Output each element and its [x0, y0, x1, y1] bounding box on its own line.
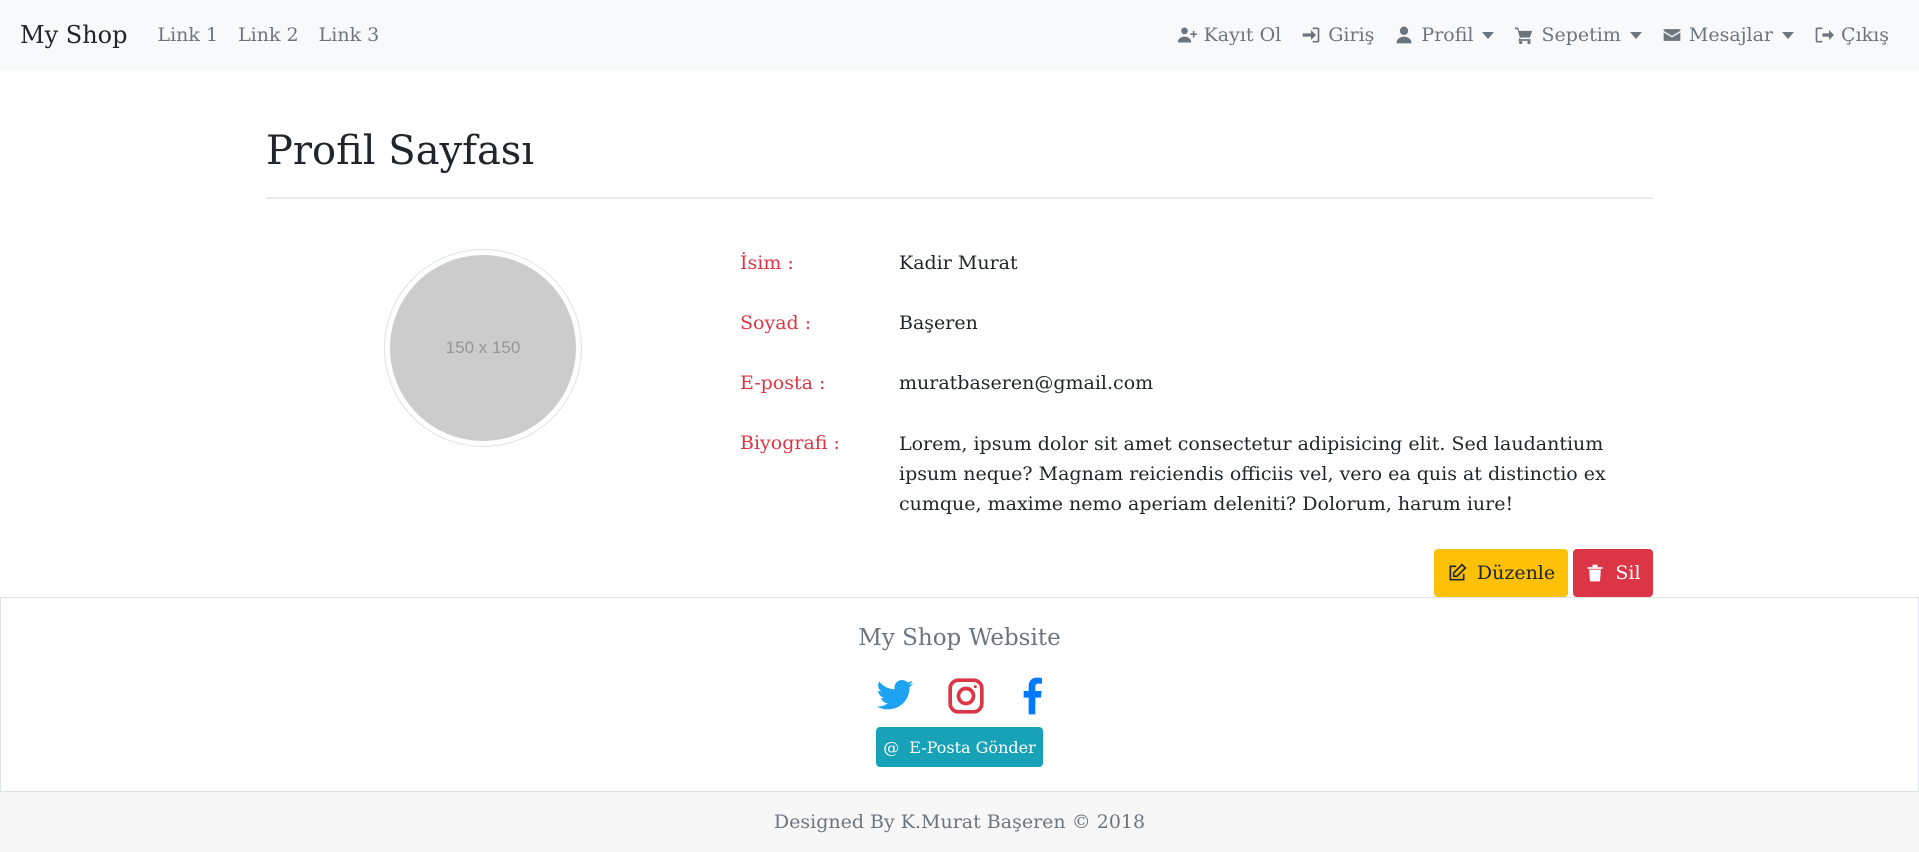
trash-icon — [1587, 564, 1603, 582]
name-label: İsim : — [740, 252, 794, 274]
sign-out-icon — [1815, 27, 1835, 43]
send-email-button[interactable]: @ E-Posta Gönder — [876, 727, 1043, 767]
edit-button[interactable]: Düzenle — [1434, 549, 1568, 597]
nav-messages-dropdown[interactable]: Mesajlar — [1662, 24, 1795, 46]
navbar: My Shop Link 1 Link 2 Link 3 Kayıt Ol Gi… — [0, 0, 1919, 70]
edit-button-label: Düzenle — [1476, 562, 1556, 584]
nav-login[interactable]: Giriş — [1301, 24, 1374, 46]
nav-profile-label: Profil — [1421, 24, 1474, 46]
user-icon — [1396, 26, 1412, 44]
divider — [266, 197, 1653, 199]
nav-link-1[interactable]: Link 1 — [157, 24, 218, 46]
name-value: Kadir Murat — [899, 252, 1018, 274]
nav-links: Link 1 Link 2 Link 3 — [157, 24, 379, 46]
footer-title: My Shop Website — [858, 625, 1061, 651]
nav-link-3[interactable]: Link 3 — [319, 24, 380, 46]
avatar-placeholder: 150 x 150 — [390, 255, 576, 441]
nav-logout-label: Çıkış — [1841, 24, 1889, 46]
page-title: Profil Sayfası — [266, 128, 535, 174]
nav-logout[interactable]: Çıkış — [1814, 24, 1889, 46]
chevron-down-icon — [1782, 31, 1795, 39]
email-value: muratbaseren@gmail.com — [899, 372, 1154, 394]
nav-cart-label: Sepetim — [1541, 24, 1621, 46]
nav-login-label: Giriş — [1328, 24, 1375, 46]
nav-register-label: Kayıt Ol — [1203, 24, 1282, 46]
twitter-icon[interactable] — [875, 676, 915, 716]
copyright-bar: Designed By K.Murat Başeren © 2018 — [0, 791, 1919, 852]
chevron-down-icon — [1482, 31, 1495, 39]
nav-link-2[interactable]: Link 2 — [238, 24, 299, 46]
facebook-icon[interactable] — [1012, 676, 1052, 716]
avatar: 150 x 150 — [384, 249, 582, 447]
send-email-label: E-Posta Gönder — [909, 737, 1036, 757]
bio-label: Biyografi : — [740, 432, 840, 454]
brand-link[interactable]: My Shop — [20, 21, 127, 49]
copyright-text: Designed By K.Murat Başeren © 2018 — [773, 811, 1146, 833]
surname-label: Soyad : — [740, 312, 812, 334]
nav-cart-dropdown[interactable]: Sepetim — [1514, 24, 1642, 46]
surname-value: Başeren — [899, 312, 978, 334]
cart-icon — [1515, 27, 1533, 45]
nav-right: Kayıt Ol Giriş Profil Sepetim Mesajlar Ç… — [1177, 0, 1889, 70]
delete-button-label: Sil — [1615, 562, 1641, 584]
instagram-icon[interactable] — [946, 676, 986, 716]
at-icon: @ — [883, 737, 900, 757]
nav-profile-dropdown[interactable]: Profil — [1394, 24, 1495, 46]
sign-in-icon — [1302, 27, 1320, 43]
bio-value: Lorem, ipsum dolor sit amet consectetur … — [899, 433, 1606, 515]
envelope-icon — [1663, 29, 1681, 41]
nav-messages-label: Mesajlar — [1688, 24, 1774, 46]
delete-button[interactable]: Sil — [1573, 549, 1653, 597]
user-plus-icon — [1177, 27, 1197, 43]
nav-register[interactable]: Kayıt Ol — [1177, 24, 1282, 46]
email-label: E-posta : — [740, 372, 826, 394]
edit-icon — [1449, 563, 1467, 581]
chevron-down-icon — [1629, 31, 1642, 39]
